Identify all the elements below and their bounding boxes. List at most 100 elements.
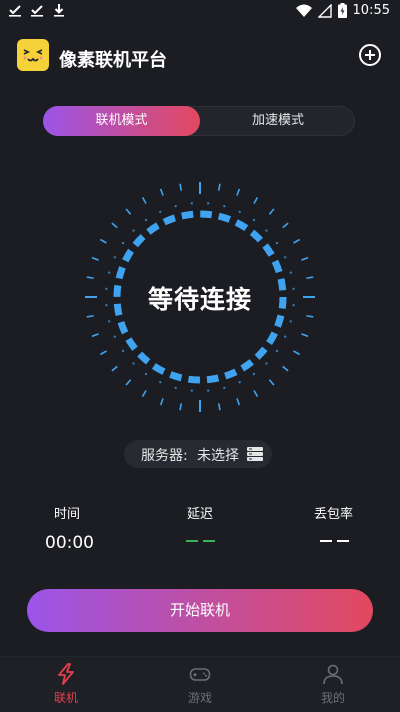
dial-tick — [159, 398, 164, 406]
dial-dot — [113, 256, 117, 259]
packet-loss-dash — [320, 540, 332, 542]
dial-dot — [144, 372, 148, 376]
add-circle-icon[interactable] — [358, 43, 382, 67]
dial-dot — [265, 229, 268, 232]
dial-tick — [179, 183, 183, 191]
dial-tick — [217, 183, 221, 191]
packet-loss-dash — [337, 540, 349, 542]
dial-dot — [252, 372, 256, 376]
dial-dot — [108, 320, 111, 323]
battery-icon — [337, 3, 347, 18]
dial-tick — [91, 333, 99, 338]
dial-tick — [141, 390, 147, 397]
dial-tick — [253, 390, 259, 397]
time-value: 00:00 — [45, 533, 94, 553]
system-icons: 10:55 — [295, 3, 390, 18]
mode-switch: 联机模式 加速模式 — [43, 106, 355, 136]
app-header: 像素联机平台 — [0, 36, 400, 80]
download-icon — [54, 4, 64, 17]
dial-tick — [86, 276, 94, 280]
status-bar: 10:55 — [0, 0, 400, 24]
dial-dot — [238, 210, 241, 214]
tab-accelerate-mode[interactable]: 加速模式 — [200, 106, 356, 136]
nav-label-connect: 联机 — [53, 691, 78, 705]
check-download-icon — [9, 5, 21, 17]
app-title: 像素联机平台 — [59, 50, 167, 71]
dial-tick — [141, 197, 147, 204]
dial-tick — [301, 333, 309, 338]
dial-tick — [253, 197, 259, 204]
app-screen: 10:55 像素联机平台 联机模式 加速模式 等待连接 服务器: 未选择 时间 … — [0, 0, 400, 712]
dial-dot — [113, 335, 117, 338]
dial-dot — [190, 389, 194, 392]
dial-dot — [174, 386, 177, 389]
lightning-icon — [58, 663, 74, 685]
dial-dot — [283, 335, 287, 338]
latency-dash — [203, 540, 215, 542]
server-label: 服务器: — [141, 448, 188, 464]
dial-dot — [223, 386, 226, 389]
dial-dot — [159, 210, 162, 214]
dial-dot — [206, 389, 210, 392]
user-icon — [323, 664, 343, 685]
server-value: 未选择 — [197, 448, 239, 464]
dial-tick — [301, 256, 309, 261]
server-list-icon — [247, 447, 263, 461]
dial-tick — [91, 256, 99, 261]
nav-item-connect[interactable]: 联机 — [36, 663, 96, 706]
clock: 10:55 — [352, 3, 390, 18]
dial-tick — [217, 403, 221, 411]
dial-tick — [268, 208, 275, 215]
dial-dot — [223, 205, 226, 208]
dial-tick — [179, 403, 183, 411]
dial-dot — [174, 205, 177, 208]
time-label: 时间 — [54, 507, 81, 522]
dial-dot — [252, 218, 256, 222]
dial-dot — [283, 256, 287, 259]
dial-dot — [275, 349, 279, 353]
dial-tick — [111, 365, 118, 372]
dial-dot — [121, 241, 125, 245]
dial-dot — [132, 362, 135, 365]
dial-dot — [144, 218, 148, 222]
dial-tick — [306, 276, 314, 280]
server-selector[interactable]: 服务器: 未选择 — [124, 440, 272, 468]
dial-dot — [289, 320, 292, 323]
dial-tick — [293, 238, 300, 244]
latency-dash — [186, 540, 198, 542]
tab-online-mode[interactable]: 联机模式 — [43, 106, 200, 136]
dial-tick — [125, 379, 132, 386]
dial-tick — [282, 365, 289, 372]
dial-tick — [111, 222, 118, 229]
dial-tick — [100, 238, 107, 244]
dial-tick — [100, 350, 107, 356]
dial-tick — [293, 350, 300, 356]
connection-status: 等待连接 — [147, 285, 252, 314]
dial-tick — [268, 379, 275, 386]
nav-label-games: 游戏 — [187, 691, 212, 705]
dial-dot — [108, 271, 111, 274]
dial-tick — [282, 222, 289, 229]
start-connect-button[interactable]: 开始联机 — [27, 589, 373, 632]
wifi-icon — [295, 4, 312, 17]
dial-tick — [236, 398, 241, 406]
dial-dot — [190, 202, 194, 205]
check-download-icon — [31, 5, 43, 17]
dial-dot — [132, 229, 135, 232]
dial-dot — [238, 380, 241, 384]
packet-loss-label: 丢包率 — [314, 507, 354, 522]
dial-tick — [236, 188, 241, 196]
signal-icon — [317, 3, 332, 18]
dial-dot — [289, 271, 292, 274]
nav-label-profile: 我的 — [320, 691, 345, 705]
dial-tick — [159, 188, 164, 196]
bottom-nav: 联机 游戏 我的 — [0, 656, 400, 712]
gamepad-icon — [189, 668, 211, 681]
dial-dot — [121, 349, 125, 353]
app-logo-icon — [17, 39, 49, 71]
nav-item-profile[interactable]: 我的 — [303, 663, 363, 706]
dial-dot — [265, 362, 268, 365]
latency-label: 延迟 — [187, 507, 214, 522]
nav-item-games[interactable]: 游戏 — [170, 663, 230, 706]
dial-dot — [275, 241, 279, 245]
